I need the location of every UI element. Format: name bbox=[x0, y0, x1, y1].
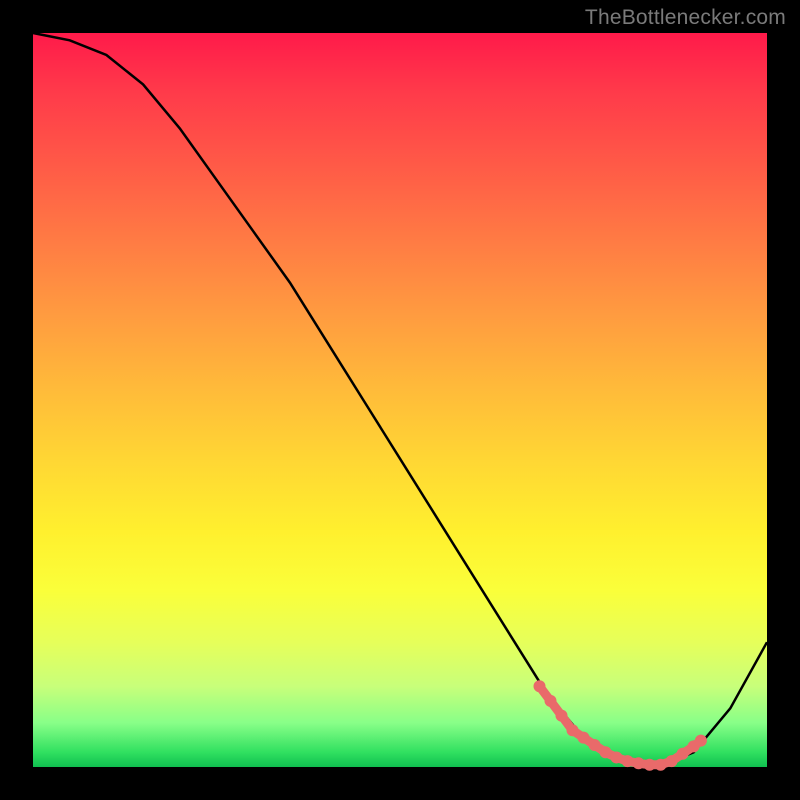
highlight-dot bbox=[695, 735, 707, 747]
highlight-dot bbox=[600, 746, 612, 758]
highlight-dot bbox=[633, 757, 645, 769]
highlight-dot bbox=[622, 755, 634, 767]
chart-plot-area bbox=[33, 33, 767, 767]
highlight-dot bbox=[534, 680, 546, 692]
highlight-dot bbox=[644, 759, 656, 771]
highlight-dot bbox=[545, 695, 557, 707]
highlight-dot bbox=[589, 739, 601, 751]
chart-svg bbox=[33, 33, 767, 767]
highlight-dot bbox=[567, 724, 579, 736]
source-watermark: TheBottlenecker.com bbox=[585, 6, 786, 30]
highlight-dot bbox=[677, 748, 689, 760]
highlight-dot bbox=[578, 732, 590, 744]
highlight-dot bbox=[611, 752, 623, 764]
highlight-dot bbox=[556, 710, 568, 722]
highlight-dot bbox=[666, 755, 678, 767]
chart-highlight-dots bbox=[534, 680, 707, 771]
highlight-dot bbox=[655, 759, 667, 771]
chart-curve bbox=[33, 33, 767, 767]
